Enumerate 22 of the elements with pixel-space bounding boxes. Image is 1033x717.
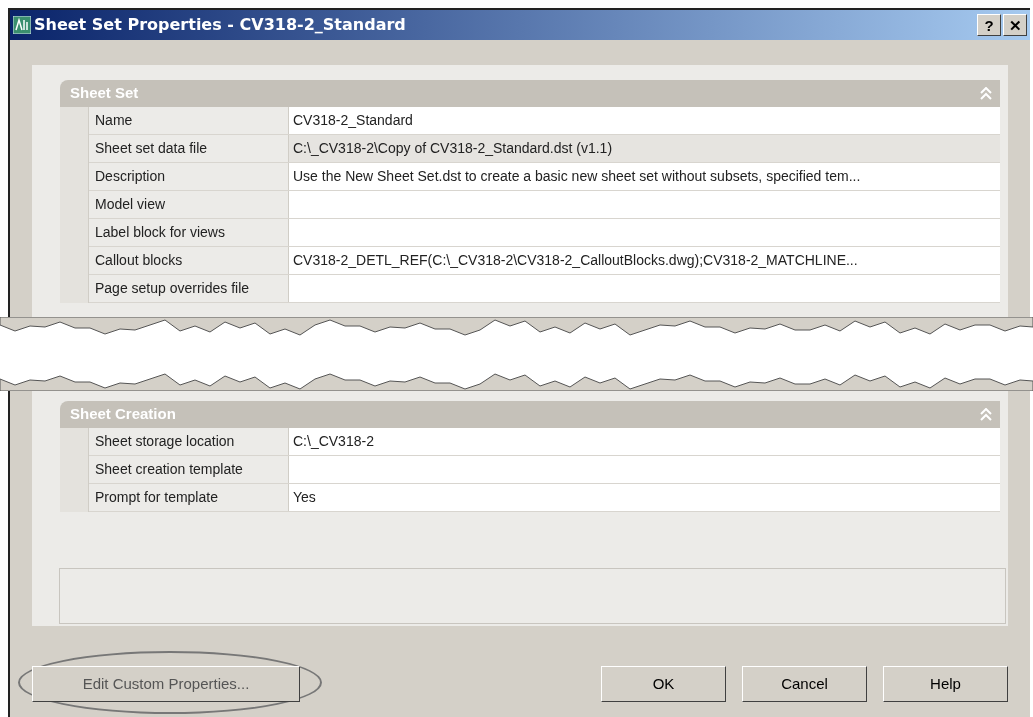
property-label: Description	[89, 163, 289, 190]
property-label: Sheet set data file	[89, 135, 289, 162]
section-title: Sheet Creation	[70, 404, 176, 425]
section-title: Sheet Set	[70, 83, 139, 104]
collapse-icon[interactable]	[980, 86, 992, 101]
title-bar-button[interactable]: ✕	[1003, 14, 1027, 36]
window-title: Sheet Set Properties - CV318-2_Standard	[34, 14, 406, 36]
property-label: Prompt for template	[89, 484, 289, 511]
title-bar-button[interactable]: ?	[977, 14, 1001, 36]
property-label: Model view	[89, 191, 289, 218]
property-label: Label block for views	[89, 219, 289, 246]
dialog-button[interactable]: Help	[883, 666, 1008, 702]
property-label: Name	[89, 107, 289, 134]
property-label: Callout blocks	[89, 247, 289, 274]
dialog-button[interactable]: OK	[601, 666, 726, 702]
app-icon	[13, 16, 31, 34]
collapse-icon[interactable]	[980, 407, 992, 422]
property-label: Page setup overrides file	[89, 275, 289, 302]
dialog-button[interactable]: Cancel	[742, 666, 867, 702]
property-value[interactable]: C:\_CV318-2\Copy of CV318-2_Standard.dst (v1.1)	[289, 135, 1000, 162]
property-label: Sheet creation template	[89, 456, 289, 483]
property-label: Sheet storage location	[89, 428, 289, 455]
